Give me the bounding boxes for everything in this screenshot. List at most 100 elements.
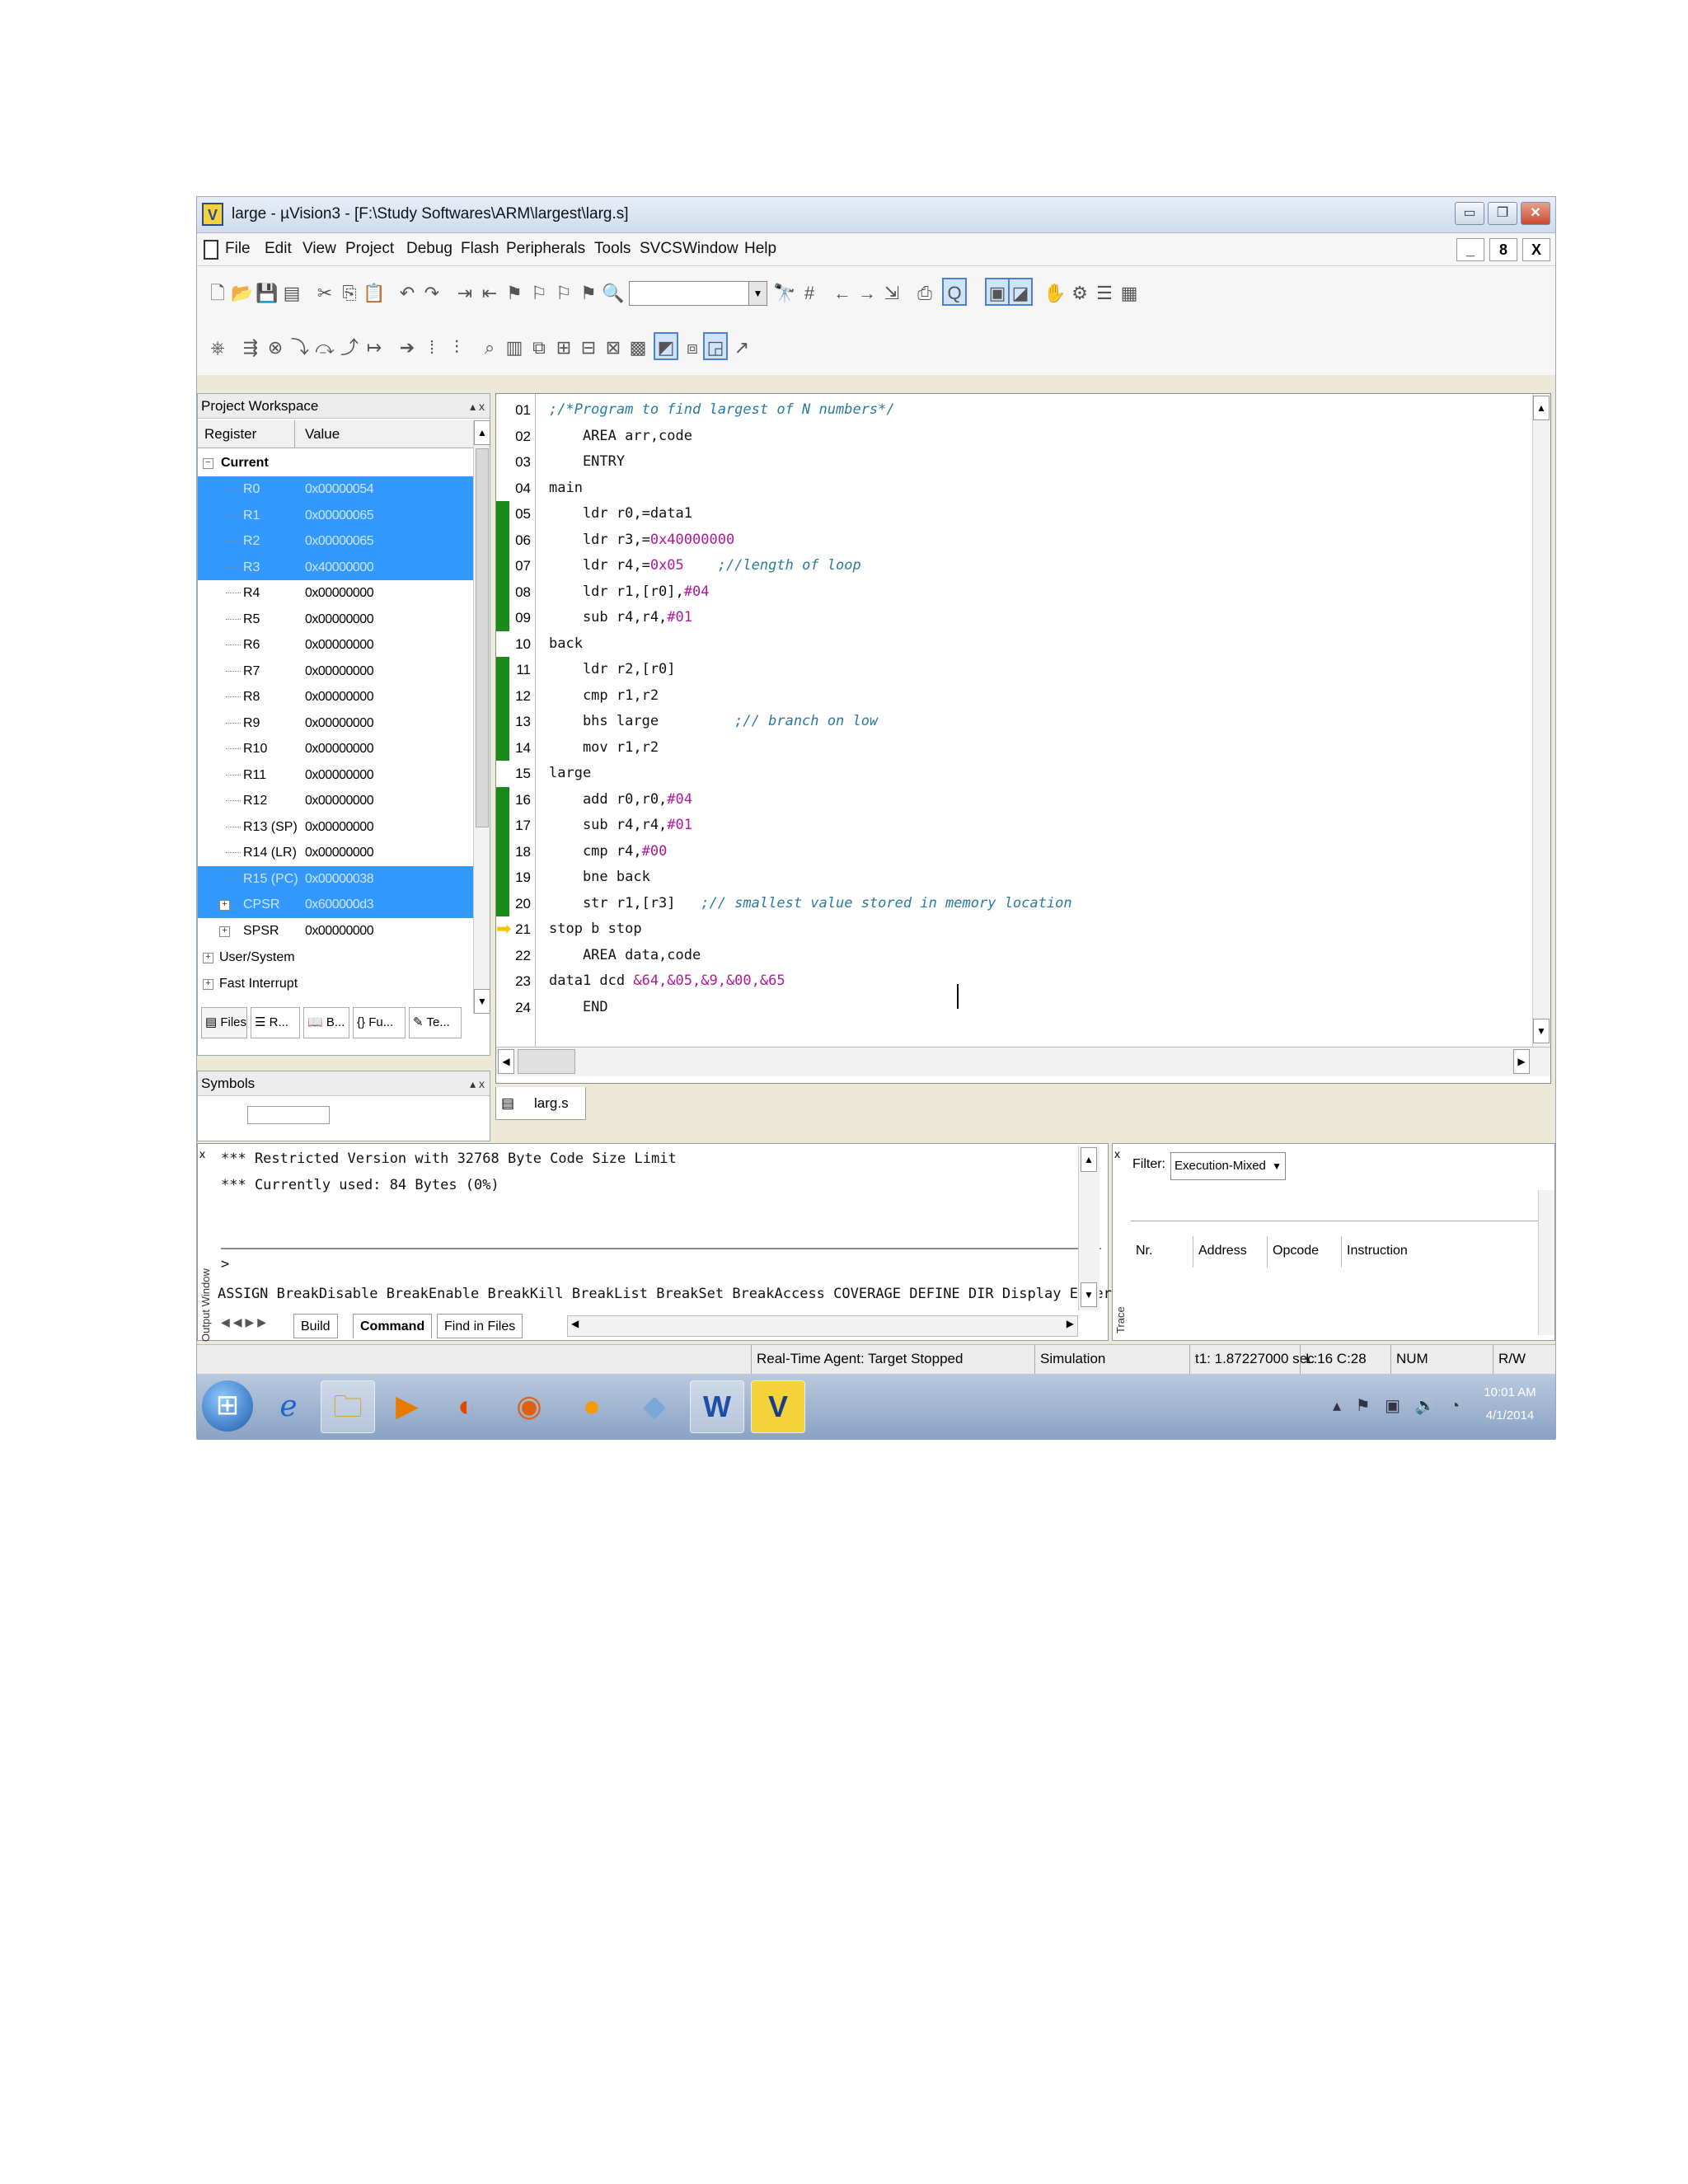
performance-icon[interactable]: ⊞ — [551, 334, 576, 362]
register-row[interactable]: R5 0x00000000 — [198, 607, 473, 633]
file-explorer-icon[interactable]: 🗀 — [321, 1380, 375, 1433]
symbols-window-icon[interactable]: ◲ — [703, 332, 728, 360]
code-line[interactable]: main — [549, 476, 1538, 502]
cut-icon[interactable]: ✂ — [312, 279, 337, 307]
trace-col-address[interactable]: Address — [1193, 1236, 1268, 1268]
templates-tab[interactable]: ✎ Te... — [409, 1007, 462, 1038]
minimize-button[interactable]: ▭ — [1455, 202, 1484, 225]
hand-icon[interactable]: ✋ — [1043, 279, 1067, 307]
code-line[interactable]: END — [549, 995, 1538, 1021]
register-value[interactable]: 0x00000000 — [305, 658, 374, 684]
new-file-icon[interactable]: 🗋 — [205, 279, 230, 307]
scroll-down-icon[interactable]: ▼ — [474, 989, 490, 1014]
forward-icon[interactable]: → — [855, 279, 879, 307]
start-button[interactable]: ⊞ — [202, 1380, 253, 1432]
document-icon[interactable] — [204, 240, 218, 260]
register-row[interactable]: R8 0x00000000 — [198, 684, 473, 710]
clock-date[interactable]: 4/1/2014 — [1473, 1408, 1547, 1422]
register-value[interactable]: 0x00000000 — [305, 684, 374, 710]
register-value[interactable]: 0x00000000 — [305, 788, 374, 813]
step-into-icon[interactable]: ⤵ — [288, 334, 312, 362]
scroll-up-icon[interactable]: ▲ — [474, 420, 490, 445]
system-viewer-icon[interactable]: ⧈ — [680, 334, 705, 362]
editor-vertical-scrollbar[interactable]: ▲ ▼ — [1532, 394, 1550, 1047]
code-line[interactable]: str r1,[r3] ;// smallest value stored in… — [549, 891, 1538, 917]
output-scrollbar[interactable]: ▲ ▼ — [1078, 1146, 1100, 1310]
uvision-taskbar-icon[interactable]: V — [751, 1380, 805, 1433]
code-line[interactable]: ldr r3,=0x40000000 — [549, 527, 1538, 554]
code-coverage-icon[interactable]: ⊠ — [601, 334, 626, 362]
current-group-row[interactable]: − Current — [198, 450, 473, 476]
mdi-close-button[interactable]: X — [1522, 238, 1550, 261]
trace-col-instruction[interactable]: Instruction — [1342, 1236, 1540, 1268]
code-line[interactable]: ldr r1,[r0],#04 — [549, 579, 1538, 606]
expand-icon[interactable]: + — [203, 953, 213, 963]
code-line[interactable]: back — [549, 631, 1538, 658]
orange-app-icon[interactable]: ● — [565, 1380, 619, 1433]
find-in-files-tab[interactable]: Find in Files — [437, 1314, 523, 1338]
code-line[interactable]: bhs large ;// branch on low — [549, 709, 1538, 735]
register-row[interactable]: R0 0x00000054 — [198, 476, 473, 503]
redo-icon[interactable]: ↷ — [420, 279, 444, 307]
code-line[interactable]: ;/*Program to find largest of N numbers*… — [549, 397, 1538, 424]
code-line[interactable]: ldr r0,=data1 — [549, 501, 1538, 527]
file-tab-larg[interactable]: ▤ larg.s — [495, 1087, 586, 1120]
watch-icon[interactable]: ⌕ — [477, 334, 502, 362]
register-row[interactable]: R11 0x00000000 — [198, 762, 473, 789]
undo-icon[interactable]: ↶ — [395, 279, 420, 307]
menu-project[interactable]: Project — [345, 240, 394, 258]
functions-tab[interactable]: {} Fu... — [353, 1007, 406, 1038]
logic-analyzer-icon[interactable]: ⊟ — [576, 334, 601, 362]
stop-icon[interactable]: ⊗ — [263, 334, 288, 362]
trace-close-icon[interactable]: x — [1114, 1147, 1120, 1160]
incremental-find-icon[interactable]: # — [797, 279, 822, 307]
code-line[interactable]: AREA data,code — [549, 943, 1538, 969]
menu-tools[interactable]: Tools — [594, 240, 631, 258]
register-row[interactable]: R6 0x00000000 — [198, 632, 473, 658]
scroll-down-icon[interactable]: ▼ — [1533, 1019, 1550, 1043]
source-editor[interactable]: 01 02 03 04 05 06 07 08 09 10 11 12 13 14 15 16 17 18 19 20… — [495, 393, 1551, 1084]
unindent-icon[interactable]: ⇤ — [477, 279, 502, 307]
view-window-icon[interactable]: ▣ — [985, 278, 1010, 306]
register-value[interactable]: 0x40000000 — [305, 555, 374, 580]
code-line[interactable]: ldr r2,[r0] — [549, 657, 1538, 683]
window-icon[interactable]: ▦ — [1117, 279, 1142, 307]
find-icon[interactable]: 🔍 — [601, 279, 626, 307]
register-row[interactable]: R4 0x00000000 — [198, 580, 473, 607]
register-value[interactable]: 0x00000054 — [305, 476, 374, 502]
scroll-up-icon[interactable]: ▲ — [1081, 1147, 1097, 1172]
scroll-right-icon[interactable]: ▶ — [1513, 1049, 1530, 1074]
toolbox-icon[interactable]: ◩ — [654, 332, 678, 360]
code-line[interactable]: bne back — [549, 865, 1538, 891]
code-line[interactable]: cmp r1,r2 — [549, 683, 1538, 710]
workspace-close-button[interactable]: ▴ x — [470, 394, 485, 419]
bookmark-icon[interactable]: ⚑ — [502, 279, 527, 307]
firefox-icon[interactable]: ◉ — [502, 1380, 556, 1433]
chevron-down-icon[interactable]: ▼ — [1272, 1153, 1282, 1179]
scroll-down-icon[interactable]: ▼ — [1081, 1282, 1097, 1307]
step-out-icon[interactable]: ⤴ — [337, 334, 362, 362]
app-flame-icon[interactable]: ◐ — [439, 1380, 494, 1433]
code-line[interactable]: ldr r4,=0x05 ;//length of loop — [549, 553, 1538, 579]
wrench-icon[interactable]: ↗ — [729, 334, 754, 362]
code-line[interactable]: stop b stop — [549, 916, 1538, 943]
symbols-mask-input[interactable] — [247, 1106, 330, 1124]
list-icon[interactable]: ☰ — [1092, 279, 1117, 307]
internet-explorer-icon[interactable]: ℯ — [261, 1380, 316, 1433]
view-window2-icon[interactable]: ◪ — [1008, 278, 1033, 306]
expand-icon[interactable]: + — [219, 900, 230, 911]
symbols-close-button[interactable]: ▴ x — [470, 1071, 485, 1096]
prev-bookmark-icon[interactable]: ⚐ — [527, 279, 551, 307]
register-value[interactable]: 0x00000038 — [305, 866, 374, 892]
menu-svcs[interactable]: SVCS — [640, 240, 682, 258]
breakpoint-icon[interactable]: ⁞ — [420, 334, 444, 362]
register-value[interactable]: 0x00000000 — [305, 840, 374, 865]
register-value[interactable]: 0x00000000 — [305, 607, 374, 632]
register-row[interactable]: R3 0x40000000 — [198, 554, 473, 580]
register-row[interactable]: R12 0x00000000 — [198, 788, 473, 814]
register-row[interactable]: R15 (PC) 0x00000038 — [198, 865, 473, 892]
menu-debug[interactable]: Debug — [406, 240, 452, 258]
register-row[interactable]: R10 0x00000000 — [198, 736, 473, 762]
menu-view[interactable]: View — [302, 240, 336, 258]
register-row[interactable]: R14 (LR) 0x00000000 — [198, 840, 473, 866]
